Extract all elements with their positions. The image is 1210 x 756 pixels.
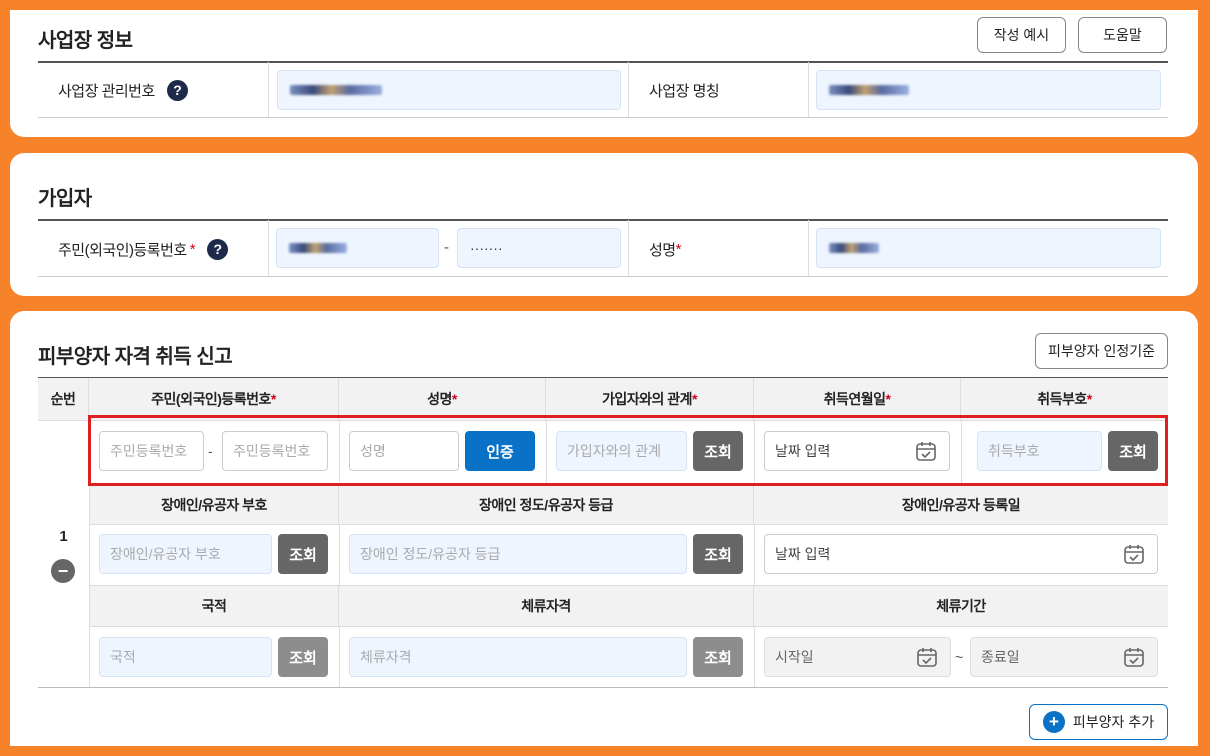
help-question-icon[interactable]: ? <box>166 79 188 101</box>
row-seq: 1 <box>59 528 68 545</box>
name-header: 성명 * <box>339 378 546 420</box>
rrn-label: 주민(외국인)등록번호 * ? <box>58 237 229 261</box>
rrn-separator: - <box>444 238 449 256</box>
rrn-back-field[interactable]: ······· <box>457 228 621 268</box>
dependent-panel: 피부양자 자격 취득 신고 피부양자 인정기준 순번 주민(외국인)등록번호 * … <box>10 311 1198 746</box>
calendar-icon[interactable] <box>916 646 938 668</box>
business-name-label: 사업장 명칭 <box>649 82 720 100</box>
seq-header: 순번 <box>38 378 89 420</box>
stay-status-input[interactable]: 체류자격 <box>349 637 687 677</box>
business-name-field[interactable] <box>816 70 1161 110</box>
highlight-box <box>88 415 1168 486</box>
business-info-panel: 사업장 정보 작성 예시 도움말 사업장 관리번호 ? 사업장 명칭 <box>10 10 1198 137</box>
period-tilde: ~ <box>955 649 964 665</box>
disability-date-input[interactable]: 날짜 입력 <box>764 534 1158 574</box>
stay-period-header: 체류기간 <box>754 586 1168 626</box>
stay-status-lookup-button[interactable]: 조회 <box>693 637 743 677</box>
help-button[interactable]: 도움말 <box>1078 17 1167 53</box>
mgmt-no-field[interactable] <box>277 70 621 110</box>
plus-circle-icon: + <box>1042 711 1065 733</box>
subscriber-title: 가입자 <box>38 188 92 210</box>
acq-date-header: 취득연월일 * <box>754 378 961 420</box>
redacted-value <box>829 243 879 253</box>
acq-code-header: 취득부호 * <box>961 378 1168 420</box>
calendar-icon[interactable] <box>1123 543 1145 565</box>
rrn-header: 주민(외국인)등록번호 * <box>89 378 339 420</box>
stay-status-header: 체류자격 <box>339 586 754 626</box>
redacted-value <box>829 85 909 95</box>
rrn-front-field[interactable] <box>276 228 439 268</box>
nationality-input[interactable]: 국적 <box>99 637 272 677</box>
business-info-title: 사업장 정보 <box>38 30 133 52</box>
add-dependent-button[interactable]: + 피부양자 추가 <box>1029 704 1168 740</box>
subscriber-panel: 가입자 주민(외국인)등록번호 * ? - ······· 성명 * <box>10 153 1198 296</box>
dependent-title: 피부양자 자격 취득 신고 <box>38 346 233 368</box>
stay-end-input[interactable]: 종료일 <box>970 637 1158 677</box>
remove-row-icon[interactable]: − <box>51 559 75 583</box>
calendar-icon[interactable] <box>1123 646 1145 668</box>
stay-start-input[interactable]: 시작일 <box>764 637 951 677</box>
disability-grade-header: 장애인 정도/유공자 등급 <box>339 486 754 524</box>
disability-grade-input[interactable]: 장애인 정도/유공자 등급 <box>349 534 687 574</box>
mgmt-no-label: 사업장 관리번호 ? <box>58 78 188 102</box>
name-field[interactable] <box>816 228 1161 268</box>
nationality-header: 국적 <box>90 586 339 626</box>
name-label: 성명 * <box>649 240 681 259</box>
divider <box>38 61 1168 63</box>
disability-code-lookup-button[interactable]: 조회 <box>278 534 328 574</box>
disability-code-header: 장애인/유공자 부호 <box>90 486 339 524</box>
disability-date-header: 장애인/유공자 등록일 <box>754 486 1168 524</box>
relation-header: 가입자와의 관계 * <box>546 378 754 420</box>
help-question-icon[interactable]: ? <box>207 238 229 260</box>
criteria-button[interactable]: 피부양자 인정기준 <box>1035 333 1168 369</box>
disability-grade-lookup-button[interactable]: 조회 <box>693 534 743 574</box>
redacted-value <box>289 243 347 253</box>
example-button[interactable]: 작성 예시 <box>977 17 1066 53</box>
disability-code-input[interactable]: 장애인/유공자 부호 <box>99 534 272 574</box>
nationality-lookup-button[interactable]: 조회 <box>278 637 328 677</box>
redacted-value <box>290 85 382 95</box>
